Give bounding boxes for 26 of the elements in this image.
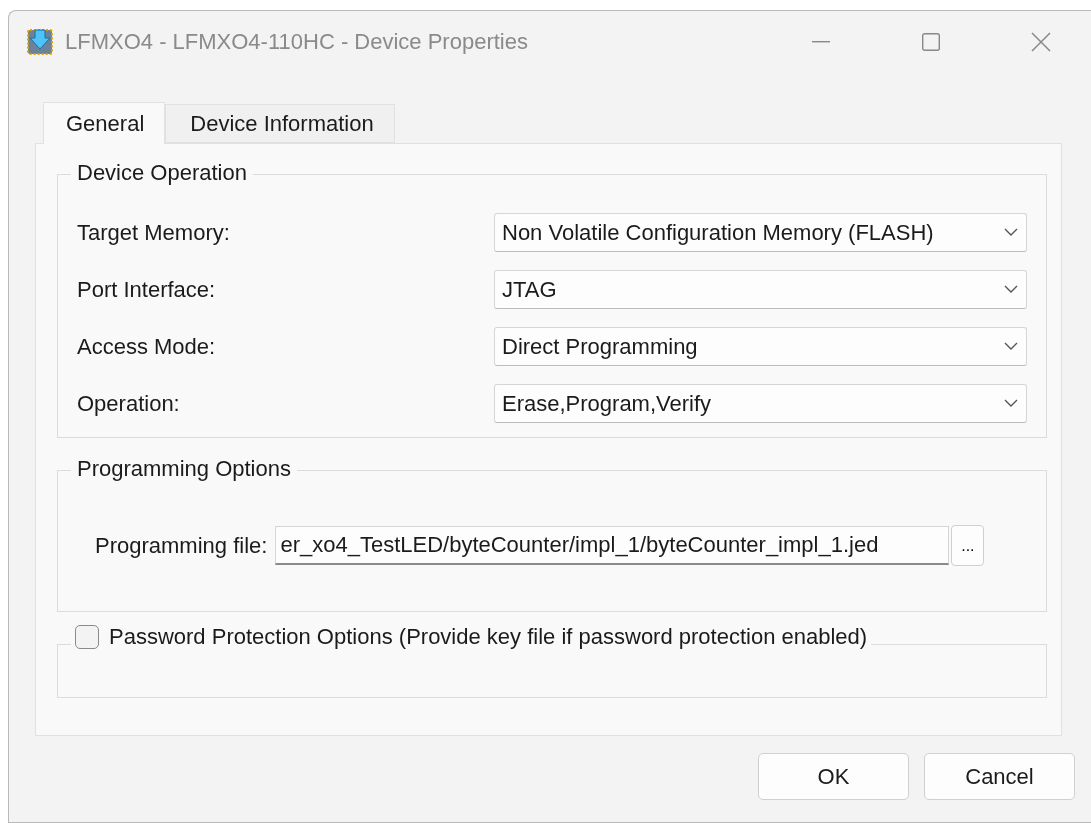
chip-download-icon bbox=[25, 27, 55, 57]
dropdown[interactable]: JTAG bbox=[494, 270, 1027, 309]
chevron-down-icon bbox=[1004, 228, 1018, 237]
window-title: LFMXO4 - LFMXO4-110HC - Device Properties bbox=[65, 29, 529, 55]
field-label: Programming file: bbox=[95, 532, 268, 559]
dropdown[interactable]: Erase,Program,Verify bbox=[494, 384, 1027, 423]
cancel-button[interactable]: Cancel bbox=[924, 753, 1075, 800]
field-label: Access Mode: bbox=[77, 333, 216, 360]
close-icon[interactable] bbox=[1031, 32, 1051, 52]
dropdown[interactable]: Non Volatile Configuration Memory (FLASH) bbox=[494, 213, 1027, 252]
field-label: Port Interface: bbox=[77, 276, 216, 303]
chevron-down-icon bbox=[1004, 285, 1018, 294]
input-field[interactable]: er_xo4_TestLED/byteCounter/impl_1/byteCounter_impl_1.jed bbox=[275, 526, 950, 565]
chevron-down-icon bbox=[1004, 342, 1018, 351]
checkbox[interactable] bbox=[75, 625, 99, 649]
browse-button[interactable]: ... bbox=[951, 525, 985, 566]
minimize-icon[interactable] bbox=[812, 41, 830, 43]
dropdown[interactable]: Direct Programming bbox=[494, 327, 1027, 366]
field-label: Operation: bbox=[77, 390, 180, 417]
field-label: Target Memory: bbox=[77, 219, 230, 246]
maximize-icon[interactable] bbox=[922, 33, 940, 51]
chevron-down-icon bbox=[1004, 399, 1018, 408]
checkbox-label: Password Protection Options (Provide key file if password protection enabled) bbox=[109, 624, 868, 650]
tab[interactable]: General bbox=[43, 102, 166, 144]
tab[interactable]: Device Information bbox=[165, 104, 395, 143]
ok-button[interactable]: OK bbox=[758, 753, 909, 800]
